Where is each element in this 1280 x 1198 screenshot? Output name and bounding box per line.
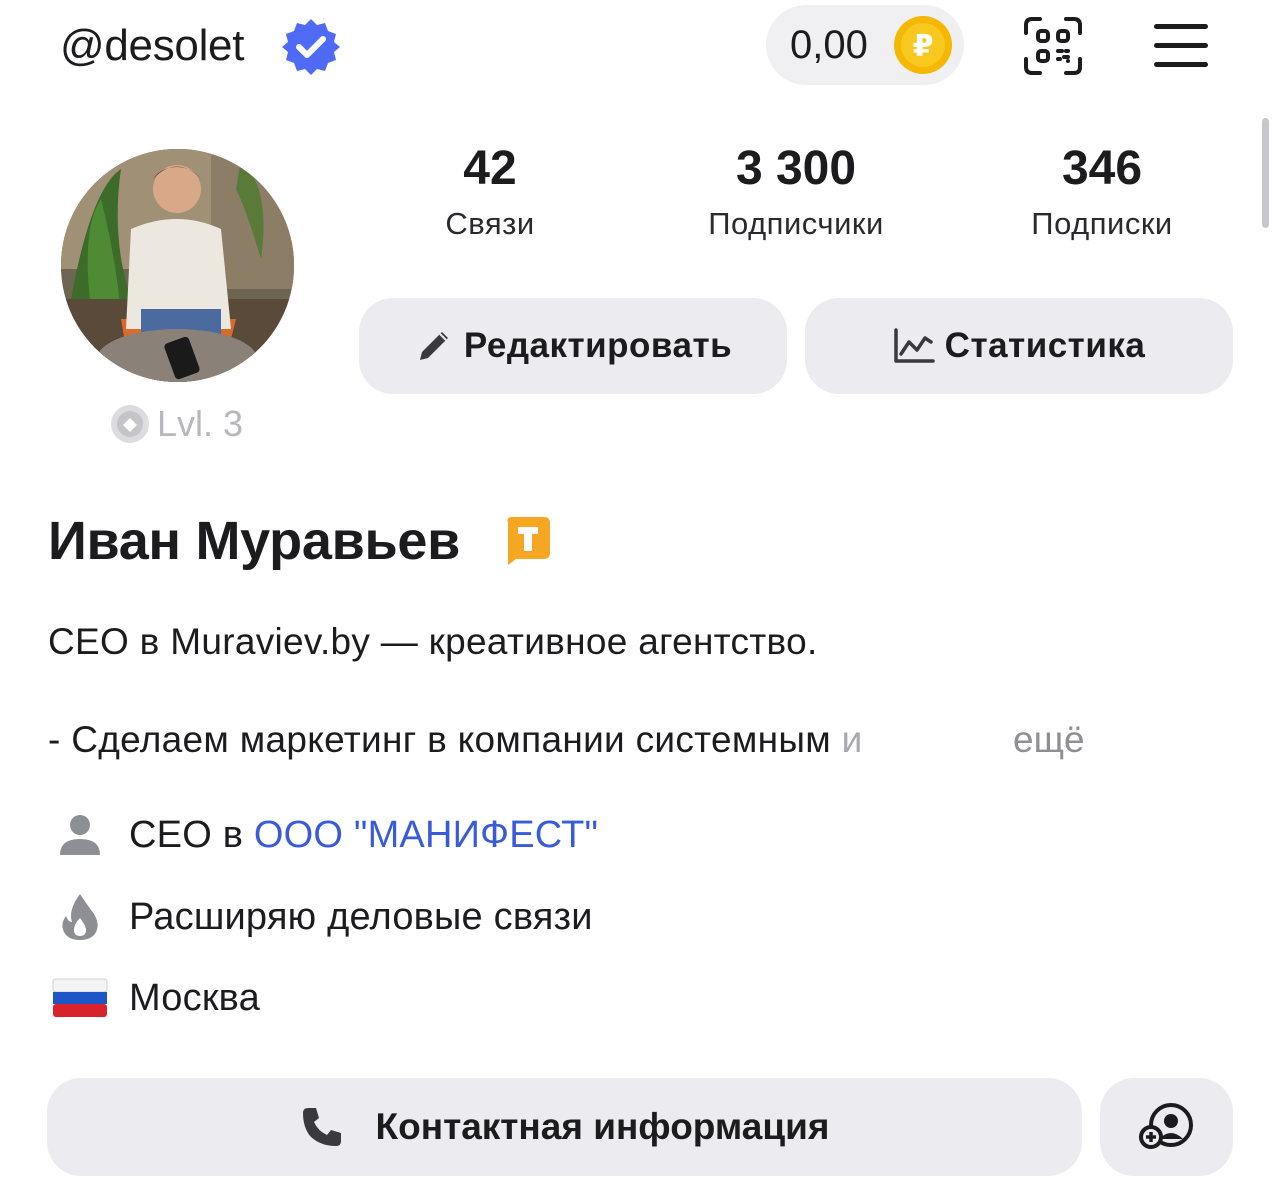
job-prefix: CEO в [129, 814, 244, 856]
statistics-label: Статистика [944, 326, 1146, 365]
job-text: CEO в ООО "МАНИФЕСТ" [129, 810, 598, 860]
stat-value: 346 [1061, 142, 1143, 195]
statistics-button[interactable]: Статистика [805, 298, 1233, 394]
menu-icon[interactable] [1154, 24, 1208, 68]
pencil-icon [419, 332, 448, 360]
bio-line-2-fade: и [830, 719, 863, 760]
svg-text:₽: ₽ [913, 29, 934, 64]
contact-info-label: Контактная информация [375, 1106, 830, 1147]
level-label: Lvl. 3 [157, 403, 244, 444]
person-icon [60, 815, 100, 855]
stat-following[interactable]: 346 Подписки [1002, 140, 1202, 244]
edit-profile-button[interactable]: Редактировать [359, 298, 787, 394]
bio-line-2: - Сделаем маркетинг в компании системным… [48, 714, 1008, 766]
stat-value: 3 300 [735, 142, 857, 195]
balance-value: 0,00 [790, 23, 868, 67]
goal-text: Расширяю деловые связи [129, 896, 593, 938]
level-badge[interactable]: Lvl. 3 [109, 402, 243, 446]
edit-profile-label: Редактировать [463, 326, 733, 365]
chart-icon [893, 328, 935, 363]
contact-info-button[interactable]: Контактная информация [47, 1078, 1082, 1176]
stat-label: Подписчики [708, 206, 884, 241]
phone-icon [302, 1108, 341, 1146]
stat-label: Подписки [1031, 206, 1173, 241]
company-link[interactable]: ООО "МАНИФЕСТ" [254, 814, 598, 856]
info-city: Москва [50, 968, 260, 1028]
add-contact-button[interactable] [1100, 1078, 1233, 1176]
avatar[interactable] [61, 149, 294, 382]
flame-icon [62, 894, 98, 940]
russia-flag-icon [52, 978, 108, 1017]
scrollbar[interactable] [1262, 118, 1269, 228]
t-badge-icon [507, 517, 550, 565]
verified-badge-icon [282, 19, 340, 75]
ruble-coin-icon: ₽ [894, 16, 952, 74]
stat-label: Связи [445, 206, 535, 241]
stat-followers[interactable]: 3 300 Подписчики [680, 140, 912, 244]
info-job: CEO в ООО "МАНИФЕСТ" [50, 805, 598, 865]
add-contact-icon [1138, 1103, 1193, 1149]
balance-button[interactable]: 0,00 ₽ [766, 5, 964, 85]
username: @desolet [60, 21, 245, 70]
profile-name: Иван Муравьев [48, 511, 460, 571]
stat-connections[interactable]: 42 Связи [410, 140, 570, 244]
show-more-link[interactable]: ещё [1013, 714, 1085, 766]
bio-line-1: CEO в Muraviev.by — креативное агентство… [48, 621, 818, 662]
stat-value: 42 [463, 142, 517, 195]
city-text: Москва [129, 977, 260, 1019]
bio-line-2-text: - Сделаем маркетинг в компании системным [48, 719, 831, 760]
qr-code-icon[interactable] [1022, 15, 1084, 77]
level-icon [111, 405, 149, 443]
info-goal: Расширяю деловые связи [50, 887, 593, 947]
